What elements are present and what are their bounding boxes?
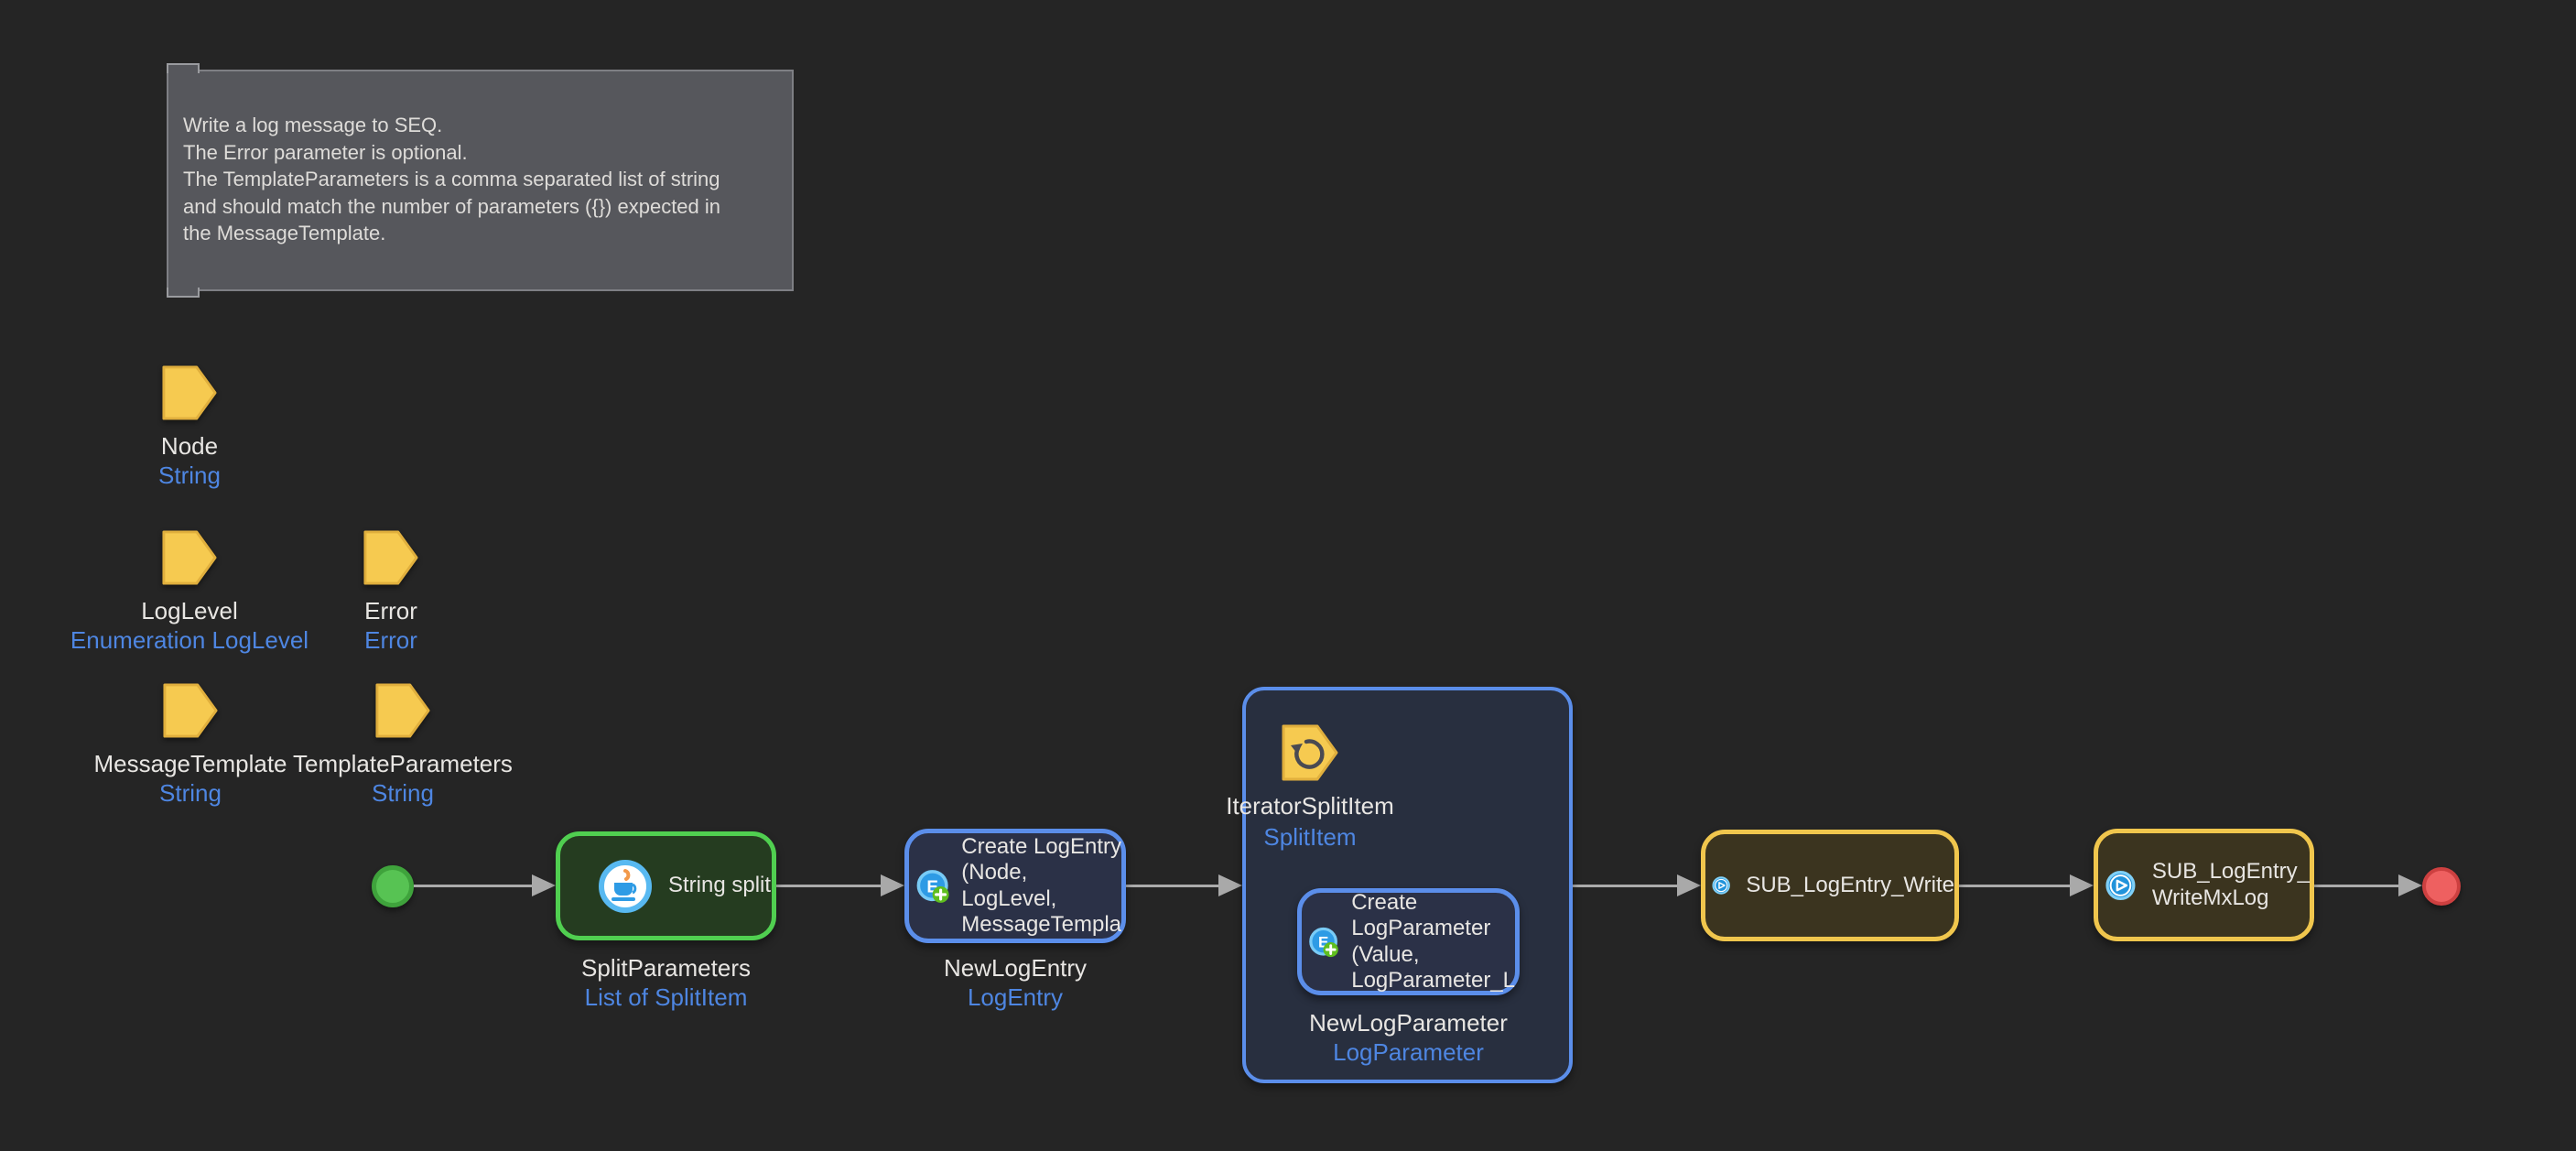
- parameter-name: TemplateParameters: [293, 749, 513, 778]
- java-action-string-split[interactable]: String split: [556, 831, 776, 940]
- parameter-name: LogLevel: [141, 596, 238, 625]
- iterator-type: SplitItem: [1164, 822, 1456, 852]
- parameter-node[interactable]: Node String: [43, 364, 336, 491]
- create-object-action-logentry[interactable]: Create LogEntry (Node, LogLevel, Message…: [904, 829, 1126, 943]
- parameter-type: String: [158, 461, 221, 491]
- parameter-icon: [161, 364, 218, 421]
- variable-type: LogEntry: [904, 983, 1126, 1013]
- parameter-icon: [374, 682, 431, 739]
- action-label: Create LogEntry (Node, LogLevel, Message…: [961, 834, 1121, 939]
- loop-iterator-icon: [1281, 723, 1339, 782]
- action-output-label: NewLogEntry LogEntry: [904, 953, 1126, 1013]
- variable-name: NewLogEntry: [904, 953, 1126, 983]
- action-output-label: NewLogParameter LogParameter: [1297, 1008, 1520, 1068]
- microflow-call-sub-logentry-writemxlog[interactable]: SUB_LogEntry_ WriteMxLog: [2094, 829, 2314, 941]
- parameter-name: Node: [161, 431, 218, 461]
- java-action-icon: [598, 859, 653, 914]
- flow-connector[interactable]: [2314, 885, 2398, 887]
- microflow-call-icon: [1711, 864, 1731, 907]
- parameter-type: Error: [364, 625, 417, 656]
- variable-name: SplitParameters: [556, 953, 776, 983]
- parameter-name: Error: [364, 596, 417, 625]
- action-label: SUB_LogEntry_ WriteMxLog: [2152, 859, 2310, 911]
- flow-connector[interactable]: [776, 885, 881, 887]
- create-object-icon: [914, 865, 951, 907]
- flow-connector[interactable]: [414, 885, 532, 887]
- action-output-label: SplitParameters List of SplitItem: [556, 953, 776, 1013]
- microflow-canvas: Write a log message to SEQ. The Error pa…: [0, 0, 2576, 1151]
- variable-type: LogParameter: [1297, 1037, 1520, 1068]
- iterator-name: IteratorSplitItem: [1164, 791, 1456, 820]
- parameter-templateparameters[interactable]: TemplateParameters String: [256, 682, 549, 809]
- flow-connector[interactable]: [1126, 885, 1218, 887]
- create-object-action-logparameter[interactable]: Create LogParameter (Value, LogParameter…: [1297, 888, 1520, 995]
- action-label: String split: [668, 873, 771, 899]
- action-label: Create LogParameter (Value, LogParameter…: [1351, 890, 1515, 994]
- create-object-icon: [1306, 921, 1340, 963]
- parameter-icon: [161, 529, 218, 586]
- variable-name: NewLogParameter: [1297, 1008, 1520, 1037]
- parameter-type: String: [372, 778, 434, 809]
- parameter-icon: [162, 682, 219, 739]
- parameter-icon: [363, 529, 419, 586]
- flow-connector[interactable]: [1959, 885, 2070, 887]
- flow-connector[interactable]: [1573, 885, 1677, 887]
- loop-iterator-splititem[interactable]: IteratorSplitItem SplitItem Create LogPa…: [1242, 687, 1573, 1083]
- microflow-call-icon: [2104, 864, 2138, 907]
- parameter-type: String: [159, 778, 222, 809]
- start-event[interactable]: [372, 865, 414, 907]
- variable-type: List of SplitItem: [556, 983, 776, 1013]
- parameter-error[interactable]: Error Error: [244, 529, 537, 656]
- annotation-note[interactable]: Write a log message to SEQ. The Error pa…: [167, 70, 794, 291]
- end-event[interactable]: [2422, 867, 2461, 906]
- microflow-call-sub-logentry-write[interactable]: SUB_LogEntry_Write: [1701, 830, 1959, 941]
- action-label: SUB_LogEntry_Write: [1746, 873, 1954, 899]
